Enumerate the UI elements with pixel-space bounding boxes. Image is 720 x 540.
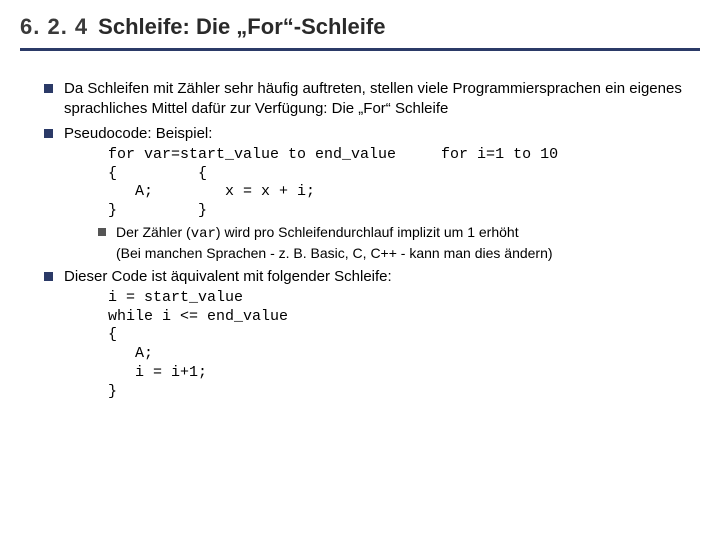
bullet-2-text: Pseudocode: Beispiel: <box>64 125 212 142</box>
code-block-2: i = start_value while i <= end_value { A… <box>108 289 700 402</box>
sub-bullet-1-pre: Der Zähler ( <box>116 224 191 240</box>
bullet-1-text: Da Schleifen mit Zähler sehr häufig auft… <box>64 80 682 117</box>
slide: 6. 2. 4 Schleife: Die „For“-Schleife Da … <box>0 0 720 540</box>
slide-title-row: 6. 2. 4 Schleife: Die „For“-Schleife <box>20 14 700 51</box>
bullet-3: Dieser Code ist äquivalent mit folgender… <box>44 267 700 402</box>
sub-bullet-1-var: var <box>191 226 216 242</box>
sub-bullet-list: Der Zähler (var) wird pro Schleifendurch… <box>64 223 700 263</box>
bullet-list: Da Schleifen mit Zähler sehr häufig auft… <box>20 79 700 401</box>
bullet-2: Pseudocode: Beispiel: for var=start_valu… <box>44 124 700 263</box>
code-block-1: for var=start_value to end_value for i=1… <box>108 146 700 221</box>
slide-title: Schleife: Die „For“-Schleife <box>98 14 385 40</box>
slide-number: 6. 2. 4 <box>20 14 88 40</box>
bullet-1: Da Schleifen mit Zähler sehr häufig auft… <box>44 79 700 120</box>
sub-bullet-1: Der Zähler (var) wird pro Schleifendurch… <box>98 223 700 263</box>
bullet-3-text: Dieser Code ist äquivalent mit folgender… <box>64 268 392 285</box>
